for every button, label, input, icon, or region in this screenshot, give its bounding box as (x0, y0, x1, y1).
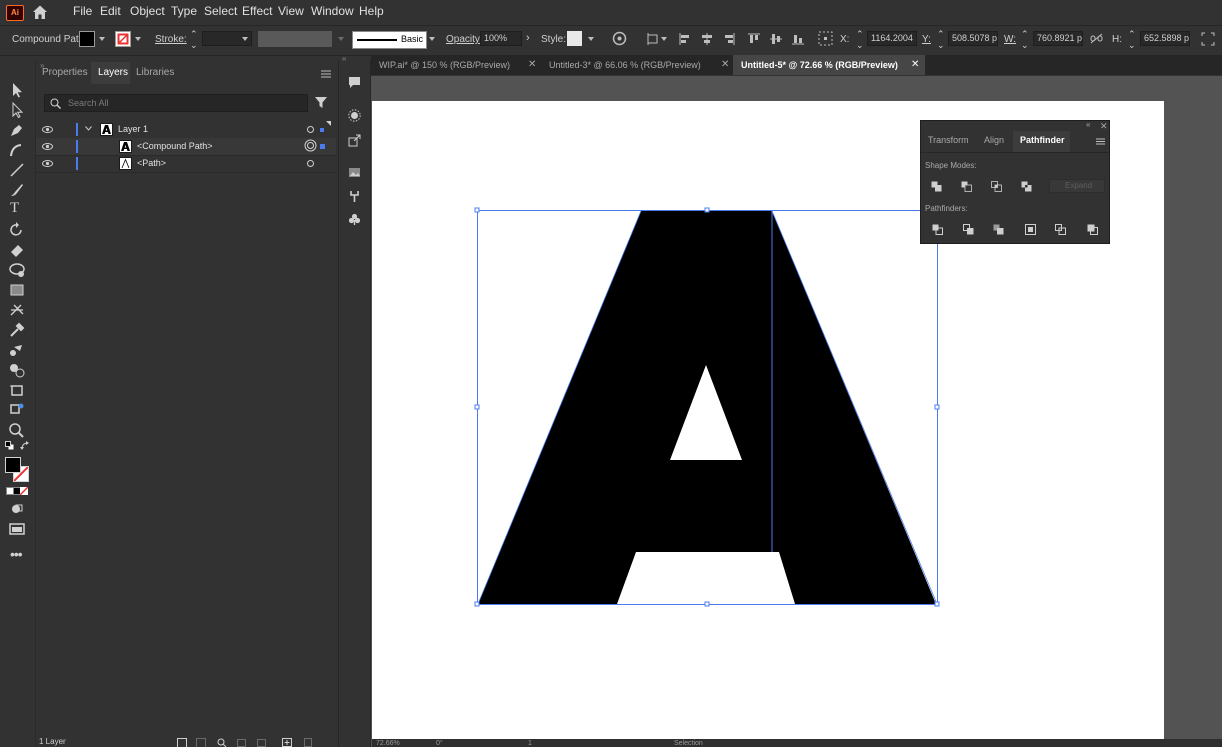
handle-middle-right[interactable] (934, 404, 940, 410)
crop-icon[interactable] (1025, 224, 1036, 235)
divide-icon[interactable] (932, 224, 943, 235)
pathfinder-panel: « ✕ Transform Align Pathfinder Shape Mod… (920, 120, 1110, 244)
unite-icon[interactable] (931, 181, 942, 192)
tab-transform[interactable]: Transform (928, 135, 969, 145)
handle-middle-left[interactable] (474, 404, 480, 410)
close-panel-icon[interactable]: ✕ (1100, 121, 1108, 132)
exclude-icon[interactable] (1021, 181, 1032, 192)
intersect-icon[interactable] (991, 181, 1002, 192)
handle-top-center[interactable] (704, 207, 710, 213)
shape-modes-label: Shape Modes: (925, 161, 977, 170)
tab-pathfinder[interactable]: Pathfinder (1020, 135, 1065, 145)
expand-label: Expand (1065, 181, 1093, 190)
handle-bottom-right[interactable] (934, 601, 940, 607)
merge-icon[interactable] (993, 224, 1004, 235)
expand-button: Expand (1049, 179, 1105, 193)
handle-bottom-left[interactable] (474, 601, 480, 607)
zoom-level[interactable]: 72.66% (376, 740, 400, 747)
collapse-panel-icon[interactable]: « (1086, 120, 1090, 129)
fill-color-box[interactable] (5, 457, 21, 473)
minus-back-icon[interactable] (1087, 224, 1098, 235)
panel-divider (921, 152, 1109, 153)
artboard-number[interactable]: 1 (528, 740, 532, 747)
handle-bottom-center[interactable] (704, 601, 710, 607)
trim-icon[interactable] (963, 224, 974, 235)
tab-align[interactable]: Align (984, 135, 1004, 145)
status-bar: 72.66% 0° 1 Selection (372, 739, 1222, 747)
handle-top-left[interactable] (474, 207, 480, 213)
minus-front-icon[interactable] (961, 181, 972, 192)
outline-icon[interactable] (1055, 224, 1066, 235)
rotate-view-value[interactable]: 0° (436, 740, 443, 747)
pathfinders-label: Pathfinders: (925, 204, 968, 213)
panel-menu-icon[interactable] (1096, 138, 1105, 145)
current-tool-status: Selection (674, 740, 703, 747)
artwork-layer (474, 207, 940, 607)
letter-a-compound-path[interactable] (478, 211, 936, 604)
